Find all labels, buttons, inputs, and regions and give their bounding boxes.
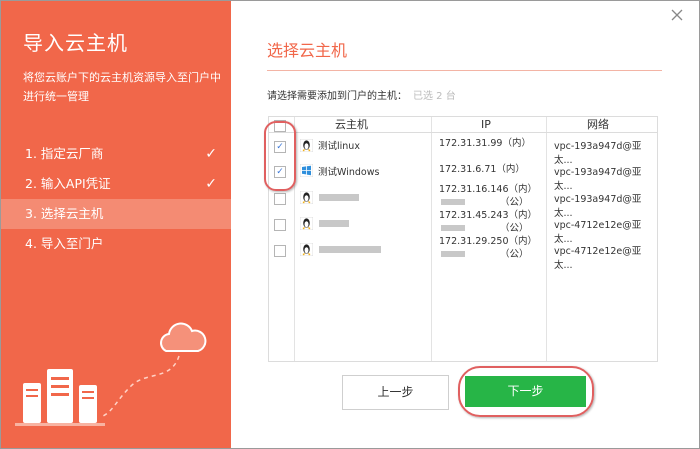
table-header: 云主机 IP 网络	[269, 117, 657, 133]
close-icon[interactable]	[669, 7, 685, 23]
step-specify-vendor: 1. 指定云厂商 ✓	[1, 139, 231, 169]
linux-icon	[300, 139, 313, 152]
step-select-vm: 3. 选择云主机	[1, 199, 231, 229]
redacted-ip	[441, 251, 465, 257]
next-button-highlight	[458, 366, 594, 417]
table-row[interactable]: 172.31.16.146（内） （公） vpc-193a947d@亚太...	[269, 184, 657, 219]
redacted-name	[319, 194, 359, 201]
cloud-server-illustration	[15, 322, 207, 426]
check-icon: ✓	[205, 146, 217, 162]
column-header-vm: 云主机	[335, 118, 368, 131]
title-divider	[267, 70, 662, 71]
import-vm-dialog: 导入云主机 将您云账户下的云主机资源导入至门户中进行统一管理 1. 指定云厂商 …	[0, 0, 700, 449]
vm-table: 云主机 IP 网络 ✓ 测试linux 172.31.31.99（内） vpc-…	[268, 116, 658, 362]
redacted-ip	[441, 199, 465, 205]
row-checkbox[interactable]	[274, 245, 286, 257]
column-header-ip: IP	[481, 118, 491, 131]
ip-public: （公）	[500, 223, 529, 234]
page-title: 选择云主机	[267, 41, 348, 60]
ip-private: 172.31.29.250（内）	[439, 236, 538, 247]
sidebar-title: 导入云主机	[23, 31, 128, 55]
sidebar-description: 将您云账户下的云主机资源导入至门户中进行统一管理	[23, 71, 221, 103]
column-header-network: 网络	[587, 118, 609, 131]
linux-icon	[300, 243, 313, 256]
ip-private: 172.31.16.146（内）	[439, 184, 538, 195]
check-icon: ✓	[205, 176, 217, 192]
prompt-text: 请选择需要添加到门户的主机：	[267, 91, 407, 102]
linux-icon	[300, 191, 313, 204]
wizard-sidebar: 导入云主机 将您云账户下的云主机资源导入至门户中进行统一管理 1. 指定云厂商 …	[1, 1, 231, 448]
ip-public: （公）	[500, 249, 529, 260]
ip-private: 172.31.31.99（内）	[439, 138, 531, 149]
selected-count: 已选 2 台	[413, 91, 456, 102]
network-value: vpc-4712e12e@亚太...	[554, 246, 642, 271]
step-label: 3. 选择云主机	[25, 206, 104, 221]
step-label: 1. 指定云厂商	[25, 146, 104, 161]
table-row[interactable]: ✓ 测试Windows 172.31.6.71（内） vpc-193a947d@…	[269, 159, 657, 192]
table-row[interactable]: 172.31.29.250（内） （公） vpc-4712e12e@亚太...	[269, 236, 657, 271]
ip-private: 172.31.6.71（内）	[439, 164, 525, 175]
cloud-icon	[160, 322, 207, 352]
wizard-steps: 1. 指定云厂商 ✓ 2. 输入API凭证 ✓ 3. 选择云主机 4. 导入至门…	[1, 139, 231, 259]
row-checkbox[interactable]	[274, 219, 286, 231]
vm-name: 测试Windows	[318, 167, 380, 178]
ip-public: （公）	[500, 197, 529, 208]
step-label: 2. 输入API凭证	[25, 176, 111, 191]
step-label: 4. 导入至门户	[25, 236, 104, 251]
table-row[interactable]: ✓ 测试linux 172.31.31.99（内） vpc-193a947d@亚…	[269, 134, 657, 166]
checkbox-highlight	[264, 121, 296, 191]
ip-private: 172.31.45.243（内）	[439, 210, 538, 221]
vm-name: 测试linux	[318, 141, 360, 152]
step-import-portal: 4. 导入至门户	[1, 229, 231, 259]
table-row[interactable]: 172.31.45.243（内） （公） vpc-4712e12e@亚太...	[269, 210, 657, 245]
windows-icon	[300, 164, 313, 177]
linux-icon	[300, 217, 313, 230]
step-api-credentials: 2. 输入API凭证 ✓	[1, 169, 231, 199]
redacted-name	[319, 220, 349, 227]
previous-button[interactable]: 上一步	[342, 375, 449, 410]
server-rack-icon	[15, 369, 105, 426]
redacted-ip	[441, 225, 465, 231]
selection-prompt: 请选择需要添加到门户的主机： 已选 2 台	[267, 87, 456, 102]
redacted-name	[319, 246, 381, 253]
row-checkbox[interactable]	[274, 193, 286, 205]
